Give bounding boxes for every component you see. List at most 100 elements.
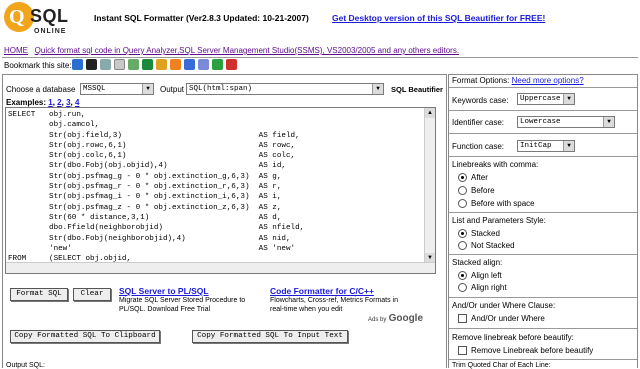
align-right-option[interactable]: Align right bbox=[458, 283, 507, 293]
linebreak-before-option[interactable]: Before bbox=[458, 186, 495, 196]
keywords-case-select[interactable]: Uppercase ▼ bbox=[517, 93, 575, 105]
slashdot-icon[interactable] bbox=[226, 59, 237, 70]
divider bbox=[449, 133, 637, 134]
code-line: Str(dbo.Fobj(neighborobjid),4) AS nid, bbox=[8, 234, 291, 243]
linebreak-after-option[interactable]: After bbox=[458, 173, 488, 183]
divider bbox=[449, 156, 637, 157]
radio-icon[interactable] bbox=[458, 241, 467, 251]
code-line: Str(dbo.Fobj(obj.objid),4) AS id, bbox=[8, 162, 286, 171]
bookmark-icons bbox=[72, 59, 237, 70]
function-case-select[interactable]: InitCap ▼ bbox=[517, 140, 575, 152]
output-select-value: SQL(html:span) bbox=[189, 85, 253, 93]
linebreak-title: Linebreaks with comma: bbox=[452, 160, 539, 169]
checkbox-icon[interactable] bbox=[458, 346, 467, 356]
align-left-option[interactable]: Align left bbox=[458, 271, 502, 281]
divider bbox=[449, 254, 637, 255]
not-stacked-option[interactable]: Not Stacked bbox=[458, 241, 515, 251]
radio-icon[interactable] bbox=[458, 199, 467, 209]
scroll-up-icon[interactable]: ▲ bbox=[425, 108, 435, 118]
simpy-icon[interactable] bbox=[212, 59, 223, 70]
output-select[interactable]: SQL(html:span) ▼ bbox=[186, 83, 384, 95]
blinklist-icon[interactable] bbox=[156, 59, 167, 70]
desktop-version-link[interactable]: Get Desktop version of this SQL Beautifi… bbox=[332, 13, 545, 23]
radio-selected-icon[interactable] bbox=[458, 229, 467, 239]
code-line: Str(obj.psfmag_g - 0 * obj.extinction_g,… bbox=[8, 172, 282, 181]
radio-selected-icon[interactable] bbox=[458, 271, 467, 281]
netvouz-icon[interactable] bbox=[198, 59, 209, 70]
nav-divider bbox=[2, 57, 638, 58]
example-link-1[interactable]: 1 bbox=[48, 98, 52, 107]
radio-icon[interactable] bbox=[458, 186, 467, 196]
code-line: Str(obj.psfmag_r - 0 * obj.extinction_r,… bbox=[8, 183, 282, 192]
database-label: Choose a database bbox=[6, 85, 76, 94]
remove-linebreak-option[interactable]: Remove Linebreak before beautify bbox=[458, 346, 594, 356]
vertical-scrollbar[interactable]: ▲ ▼ bbox=[424, 108, 435, 273]
output-label: Output bbox=[160, 85, 185, 94]
code-line: Str(obj.field,3) AS field, bbox=[8, 131, 300, 140]
divider bbox=[449, 359, 637, 360]
identifier-case-value: Lowercase bbox=[520, 118, 561, 126]
tagline-link[interactable]: Quick format sql code in Query Analyzer,… bbox=[35, 46, 459, 55]
radio-icon[interactable] bbox=[458, 283, 467, 293]
horizontal-scrollbar[interactable] bbox=[6, 262, 435, 273]
copy-to-input-button[interactable]: Copy Formatted SQL To Input Text bbox=[192, 330, 348, 343]
google-icon[interactable] bbox=[184, 59, 195, 70]
promo-2-title[interactable]: Code Formatter for C/C++ bbox=[270, 286, 398, 296]
logo-q-glyph: Q bbox=[9, 6, 25, 28]
example-link-4[interactable]: 4 bbox=[75, 98, 79, 107]
digg-icon[interactable] bbox=[72, 59, 83, 70]
ads-by-google[interactable]: Ads by Google bbox=[368, 313, 423, 324]
technorati-icon[interactable] bbox=[170, 59, 181, 70]
furl-icon[interactable] bbox=[100, 59, 111, 70]
linebreak-before-space-label: Before with space bbox=[471, 199, 535, 208]
database-select[interactable]: MSSQL ▼ bbox=[80, 83, 154, 95]
clear-button[interactable]: Clear bbox=[73, 288, 111, 301]
stacked-option[interactable]: Stacked bbox=[458, 229, 500, 239]
linebreak-before-label: Before bbox=[471, 186, 495, 195]
chevron-down-icon: ▼ bbox=[603, 117, 614, 127]
linebreak-before-space-option[interactable]: Before with space bbox=[458, 199, 535, 209]
align-left-label: Align left bbox=[471, 271, 502, 280]
logo-text: SQL bbox=[30, 6, 69, 26]
not-stacked-label: Not Stacked bbox=[471, 241, 515, 250]
code-line: 'new' AS 'new' bbox=[8, 244, 296, 253]
delicious-icon[interactable] bbox=[86, 59, 97, 70]
home-link[interactable]: HOME bbox=[4, 46, 28, 55]
code-line: Str(60 * distance,3,1) AS d, bbox=[8, 213, 282, 222]
example-link-2[interactable]: 2 bbox=[57, 98, 61, 107]
database-select-value: MSSQL bbox=[83, 85, 106, 93]
stacked-label: Stacked bbox=[471, 229, 500, 238]
keywords-case-label: Keywords case: bbox=[452, 96, 509, 105]
examples-row: Examples: 1, 2, 3, 4 bbox=[6, 98, 80, 107]
promo-2-line1: Flowcharts, Cross-ref, Metrics Formats i… bbox=[270, 297, 398, 304]
radio-selected-icon[interactable] bbox=[458, 173, 467, 183]
code-line: Str(obj.rowc,6,1) AS rowc, bbox=[8, 141, 296, 150]
example-link-3[interactable]: 3 bbox=[66, 98, 70, 107]
align-right-label: Align right bbox=[471, 283, 507, 292]
copy-to-clipboard-button[interactable]: Copy Formatted SQL To Clipboard bbox=[10, 330, 160, 343]
andor-option[interactable]: And/Or under Where bbox=[458, 314, 545, 324]
spurl-icon[interactable] bbox=[128, 59, 139, 70]
more-options-link[interactable]: Need more options? bbox=[512, 76, 584, 85]
code-line: Str(obj.psfmag_i - 0 * obj.extinction_i,… bbox=[8, 193, 282, 202]
identifier-case-select[interactable]: Lowercase ▼ bbox=[517, 116, 615, 128]
andor-title: And/Or under Where Clause: bbox=[452, 301, 556, 310]
chevron-down-icon: ▼ bbox=[563, 141, 574, 151]
ads-label: Ads by bbox=[368, 317, 387, 323]
bookmark-label: Bookmark this site: bbox=[4, 61, 72, 70]
code-line: Str(obj.colc,6,1) AS colc, bbox=[8, 152, 296, 161]
reddit-icon[interactable] bbox=[114, 59, 125, 70]
identifier-case-label: Identifier case: bbox=[452, 118, 505, 127]
sql-code-text: SELECT obj.run, obj.camcol, Str(obj.fiel… bbox=[8, 110, 305, 273]
yahoo-icon[interactable] bbox=[142, 59, 153, 70]
format-sql-button[interactable]: Format SQL bbox=[10, 288, 68, 301]
sql-input-textarea[interactable]: SELECT obj.run, obj.camcol, Str(obj.fiel… bbox=[5, 107, 436, 274]
promo-1-line1: Migrate SQL Server Stored Procedure to bbox=[119, 297, 246, 304]
format-options-title-row: Format Options: Need more options? bbox=[452, 76, 584, 85]
checkbox-icon[interactable] bbox=[458, 314, 467, 324]
code-line: dbo.Ffield(neighborobjid) AS nfield, bbox=[8, 224, 305, 233]
remove-linebreak-label: Remove Linebreak before beautify bbox=[471, 346, 594, 355]
divider bbox=[449, 87, 637, 88]
promo-1-title[interactable]: SQL Server to PL/SQL bbox=[119, 286, 245, 296]
code-line: obj.camcol, bbox=[8, 121, 100, 130]
